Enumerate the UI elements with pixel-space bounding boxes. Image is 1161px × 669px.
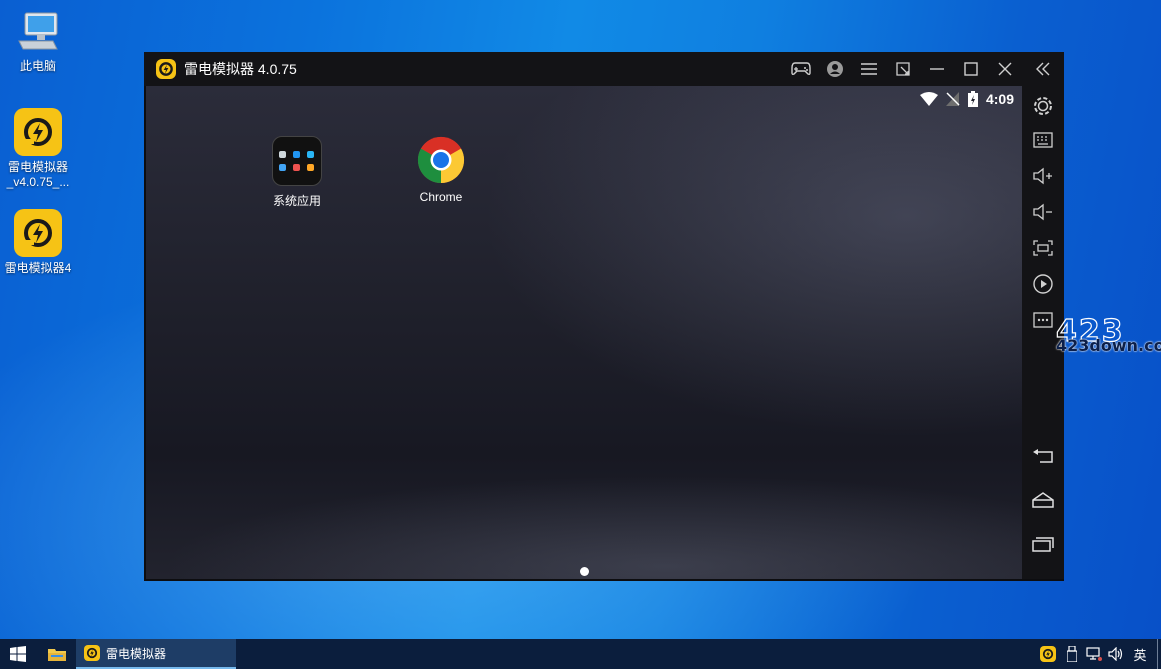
record-button[interactable] [1031, 272, 1055, 296]
menu-button[interactable] [852, 52, 886, 86]
tray-ldplayer-button[interactable] [1035, 639, 1061, 669]
ldplayer-logo-icon [84, 645, 100, 661]
network-icon [1086, 647, 1102, 661]
settings-icon [1034, 97, 1052, 115]
watermark: 423 423down.com [1055, 313, 1161, 358]
window-titlebar[interactable]: 雷电模拟器 4.0.75 [144, 52, 1064, 86]
gamepad-button[interactable] [784, 52, 818, 86]
desktop-icon-label: 此电脑 [19, 59, 56, 73]
show-desktop-button[interactable] [1153, 639, 1161, 669]
desktop-icon-ldplayer4[interactable]: 雷电模拟器4 [0, 209, 76, 276]
android-status-bar: 4:09 [919, 90, 1014, 108]
pin-button[interactable] [886, 52, 920, 86]
volume-down-icon [1033, 203, 1052, 221]
account-button[interactable] [818, 52, 852, 86]
volume-up-icon [1033, 167, 1052, 185]
no-signal-icon [945, 92, 960, 106]
maximize-icon [964, 62, 978, 76]
android-back-button[interactable] [1031, 444, 1055, 468]
tray-volume-button[interactable] [1105, 639, 1127, 669]
wifi-icon [919, 92, 938, 106]
app-label: Chrome [419, 190, 463, 204]
taskbar-ldplayer-item[interactable]: 雷电模拟器 [76, 639, 236, 669]
more-icon [1033, 312, 1053, 328]
tray-network-button[interactable] [1083, 639, 1105, 669]
battery-charging-icon [967, 91, 978, 107]
system-tray: 英 [1035, 639, 1161, 669]
user-icon [827, 61, 843, 77]
volume-up-button[interactable] [1031, 164, 1055, 188]
folder-icon [48, 649, 66, 661]
desktop-icon-ldplayer-installer[interactable]: 雷电模拟器 _v4.0.75_... [0, 108, 76, 190]
emulator-window: 雷电模拟器 4.0.75 4:09 系统应用 Chrome [144, 52, 1064, 581]
settings-button[interactable] [1031, 94, 1055, 118]
fullscreen-icon [1033, 240, 1053, 256]
ldplayer-logo-icon [14, 209, 62, 257]
android-home-button[interactable] [1031, 488, 1055, 512]
collapse-sidebar-button[interactable] [1022, 52, 1064, 86]
home-icon [1032, 492, 1054, 508]
more-button[interactable] [1031, 308, 1055, 332]
keyboard-button[interactable] [1031, 128, 1055, 152]
ldplayer-logo-icon [1040, 646, 1056, 662]
start-button[interactable] [0, 639, 36, 669]
desktop-icon-label: 雷电模拟器 _v4.0.75_... [6, 160, 70, 189]
home-app-system-apps-folder[interactable]: 系统应用 [252, 136, 342, 209]
volume-down-button[interactable] [1031, 200, 1055, 224]
maximize-button[interactable] [954, 52, 988, 86]
pin-icon [896, 62, 910, 76]
home-app-chrome[interactable]: Chrome [396, 136, 486, 204]
gamepad-icon [791, 62, 811, 76]
windows-logo-icon [10, 646, 26, 662]
tray-usb-button[interactable] [1061, 639, 1083, 669]
file-explorer-button[interactable] [40, 639, 74, 669]
desktop-icon-this-pc[interactable]: 此电脑 [0, 10, 76, 74]
usb-drive-icon [1067, 646, 1077, 662]
computer-icon [14, 10, 62, 54]
app-label: 系统应用 [272, 194, 321, 208]
home-page-indicator [580, 567, 589, 576]
android-screen[interactable]: 4:09 系统应用 Chrome [146, 86, 1022, 579]
ime-label: 英 [1133, 647, 1147, 663]
taskbar-item-label: 雷电模拟器 [106, 646, 167, 661]
watermark-text: 423down.com [1056, 336, 1161, 355]
chrome-icon [417, 136, 465, 184]
tray-ime-indicator[interactable]: 英 [1127, 639, 1153, 669]
app-folder-icon [272, 136, 322, 186]
status-clock: 4:09 [985, 91, 1014, 107]
keyboard-icon [1033, 132, 1053, 148]
minimize-icon [930, 68, 944, 70]
android-recents-button[interactable] [1031, 532, 1055, 556]
close-button[interactable] [988, 52, 1022, 86]
record-icon [1033, 274, 1053, 294]
recents-icon [1032, 537, 1054, 552]
close-icon [998, 62, 1012, 76]
ldplayer-logo-icon [156, 59, 176, 79]
back-icon [1033, 449, 1053, 463]
menu-icon [861, 63, 877, 75]
ldplayer-logo-icon [14, 108, 62, 156]
speaker-icon [1108, 647, 1123, 661]
taskbar: 雷电模拟器 英 [0, 639, 1161, 669]
fullscreen-button[interactable] [1031, 236, 1055, 260]
show-desktop-divider [1156, 639, 1158, 669]
desktop-icon-label: 雷电模拟器4 [4, 261, 72, 275]
window-title: 雷电模拟器 4.0.75 [184, 61, 297, 77]
collapse-icon [1036, 62, 1050, 76]
minimize-button[interactable] [920, 52, 954, 86]
